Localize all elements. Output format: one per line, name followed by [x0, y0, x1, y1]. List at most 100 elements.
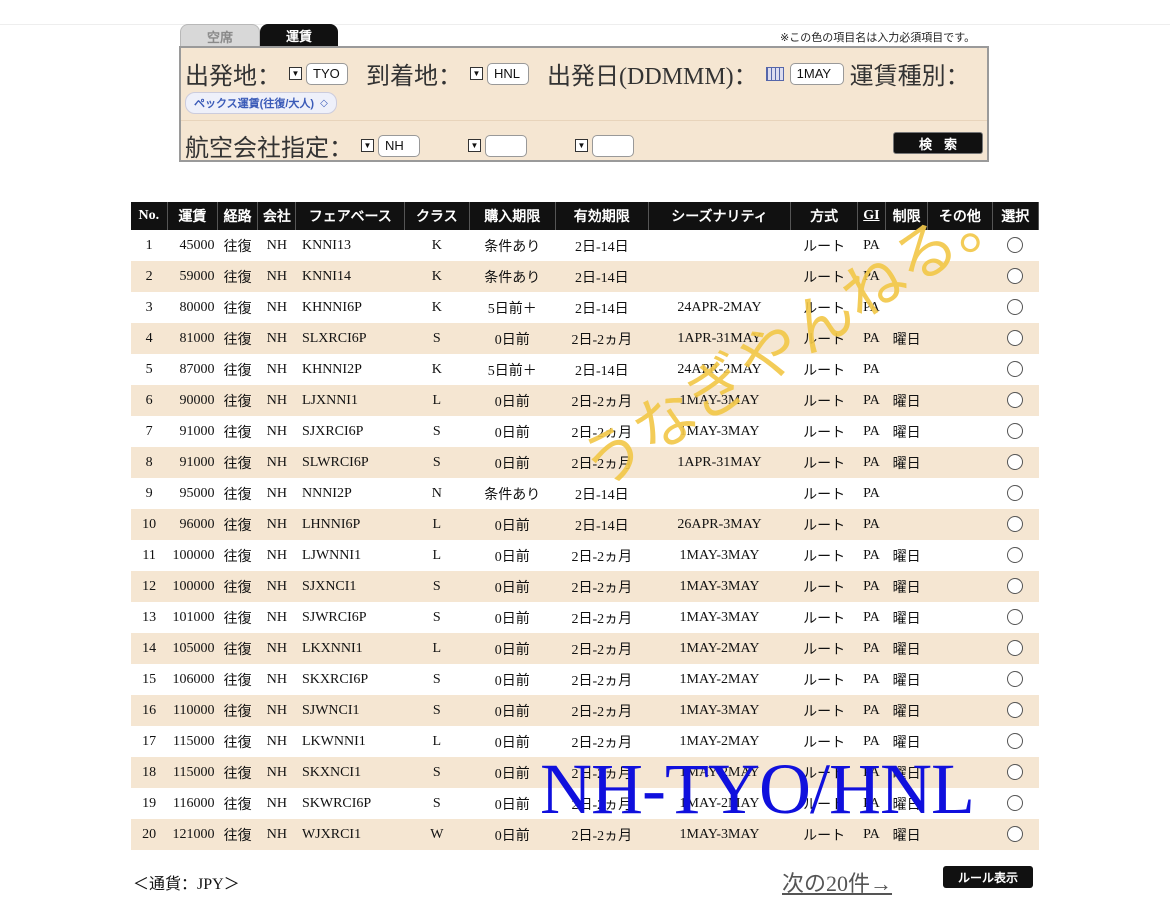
- select-radio[interactable]: [1007, 299, 1024, 316]
- cell-validity: 2日-2ヵ月: [555, 385, 649, 416]
- cell-fare: 115000: [167, 726, 218, 757]
- cell-select: [992, 416, 1039, 447]
- select-radio[interactable]: [1007, 795, 1024, 812]
- next-page-link[interactable]: 次の20件→: [782, 866, 892, 898]
- cell-validity: 2日-14日: [555, 354, 649, 385]
- cell-route: 往復: [217, 540, 258, 571]
- cell-method: ルート: [790, 726, 858, 757]
- tab-fares[interactable]: 運賃: [260, 24, 338, 46]
- cell-gi: PA: [857, 633, 886, 664]
- col-validity: 有効期限: [555, 202, 649, 230]
- airline2-input[interactable]: [485, 134, 527, 157]
- destination-dropdown-icon[interactable]: [470, 67, 483, 80]
- cell-validity: 2日-2ヵ月: [555, 571, 649, 602]
- cell-fare: 59000: [167, 261, 218, 292]
- select-radio[interactable]: [1007, 764, 1024, 781]
- col-gi-link[interactable]: GI: [857, 202, 886, 230]
- cell-validity: 2日-14日: [555, 230, 649, 261]
- select-radio[interactable]: [1007, 733, 1024, 750]
- cell-other: [927, 664, 993, 695]
- fare-type-value: ペックス運賃(往復/大人): [194, 98, 315, 110]
- select-radio[interactable]: [1007, 826, 1024, 843]
- cell-fare-basis: SKXRCI6P: [295, 664, 405, 695]
- cell-class: L: [404, 726, 469, 757]
- select-radio[interactable]: [1007, 454, 1024, 471]
- airline3-input[interactable]: [592, 134, 634, 157]
- cell-method: ルート: [790, 571, 858, 602]
- tab-availability[interactable]: 空席: [180, 24, 260, 47]
- cell-seasonality: [648, 478, 791, 509]
- cell-seasonality: 24APR-2MAY: [648, 354, 791, 385]
- cell-gi: PA: [857, 385, 886, 416]
- select-radio[interactable]: [1007, 702, 1024, 719]
- cell-no: 12: [131, 571, 168, 602]
- cell-fare-basis: LKWNNI1: [295, 726, 405, 757]
- select-radio[interactable]: [1007, 392, 1024, 409]
- cell-select: [992, 261, 1039, 292]
- select-radio[interactable]: [1007, 237, 1024, 254]
- cell-method: ルート: [790, 602, 858, 633]
- table-row: 12 100000 往復 NH SJXNCI1 S 0日前 2日-2ヵ月 1MAY-3MAY ルー…: [131, 571, 1039, 602]
- cell-class: N: [404, 478, 469, 509]
- origin-dropdown-icon[interactable]: [289, 67, 302, 80]
- cell-method: ルート: [790, 385, 858, 416]
- cell-gi: PA: [857, 261, 886, 292]
- cell-fare: 116000: [167, 788, 218, 819]
- cell-select: [992, 509, 1039, 540]
- airline1-input[interactable]: NH: [378, 134, 420, 157]
- table-row: 19 116000 往復 NH SKWRCI6P S 0日前 2日-2ヵ月 1MAY-2MAY ル…: [131, 788, 1039, 819]
- fare-type-select[interactable]: ペックス運賃(往復/大人) ◇: [185, 92, 337, 114]
- select-radio[interactable]: [1007, 640, 1024, 657]
- cell-purchase-limit: 5日前＋: [469, 354, 556, 385]
- cell-class: S: [404, 788, 469, 819]
- select-radio[interactable]: [1007, 330, 1024, 347]
- select-radio[interactable]: [1007, 547, 1024, 564]
- cell-purchase-limit: 0日前: [469, 757, 556, 788]
- cell-class: L: [404, 540, 469, 571]
- cell-fare: 106000: [167, 664, 218, 695]
- cell-select: [992, 757, 1039, 788]
- cell-other: [927, 540, 993, 571]
- select-radio[interactable]: [1007, 361, 1024, 378]
- cell-restriction: [885, 354, 928, 385]
- airline1-dropdown-icon[interactable]: [361, 139, 374, 152]
- cell-purchase-limit: 0日前: [469, 664, 556, 695]
- cell-fare: 81000: [167, 323, 218, 354]
- cell-route: 往復: [217, 726, 258, 757]
- cell-gi: PA: [857, 819, 886, 850]
- required-note: ※この色の項目名は入力必須項目です。: [780, 32, 976, 44]
- cell-method: ルート: [790, 230, 858, 261]
- cell-class: S: [404, 664, 469, 695]
- table-row: 11 100000 往復 NH LJWNNI1 L 0日前 2日-2ヵ月 1MAY-3MAY ルー…: [131, 540, 1039, 571]
- cell-gi: PA: [857, 726, 886, 757]
- airline2-dropdown-icon[interactable]: [468, 139, 481, 152]
- col-fare-basis: フェアベース: [295, 202, 406, 230]
- origin-input[interactable]: TYO: [306, 62, 348, 85]
- select-radio[interactable]: [1007, 268, 1024, 285]
- select-radio[interactable]: [1007, 485, 1024, 502]
- select-radio[interactable]: [1007, 516, 1024, 533]
- col-select: 選択: [992, 202, 1040, 230]
- destination-input[interactable]: HNL: [487, 62, 529, 85]
- search-button[interactable]: 検索: [893, 132, 983, 154]
- cell-gi: PA: [857, 416, 886, 447]
- select-radio[interactable]: [1007, 423, 1024, 440]
- cell-airline: NH: [257, 819, 296, 850]
- cell-no: 10: [131, 509, 168, 540]
- cell-validity: 2日-2ヵ月: [555, 416, 649, 447]
- select-radio[interactable]: [1007, 578, 1024, 595]
- cell-class: L: [404, 509, 469, 540]
- rule-display-button[interactable]: ルール表示: [943, 866, 1033, 888]
- cell-route: 往復: [217, 354, 258, 385]
- fare-table-body: 1 45000 往復 NH KNNI13 K 条件あり 2日-14日 ルート PA 2 59000 往復…: [131, 230, 1039, 850]
- cell-airline: NH: [257, 447, 296, 478]
- cell-fare-basis: SLWRCI6P: [295, 447, 405, 478]
- select-radio[interactable]: [1007, 609, 1024, 626]
- select-radio[interactable]: [1007, 671, 1024, 688]
- calendar-icon[interactable]: [765, 66, 784, 81]
- cell-no: 16: [131, 695, 168, 726]
- table-row: 3 80000 往復 NH KHNNI6P K 5日前＋ 2日-14日 24APR-2MAY ルー…: [131, 292, 1039, 323]
- date-input[interactable]: 1MAY: [789, 62, 844, 85]
- airline3-dropdown-icon[interactable]: [575, 139, 588, 152]
- cell-restriction: 曜日: [885, 757, 928, 788]
